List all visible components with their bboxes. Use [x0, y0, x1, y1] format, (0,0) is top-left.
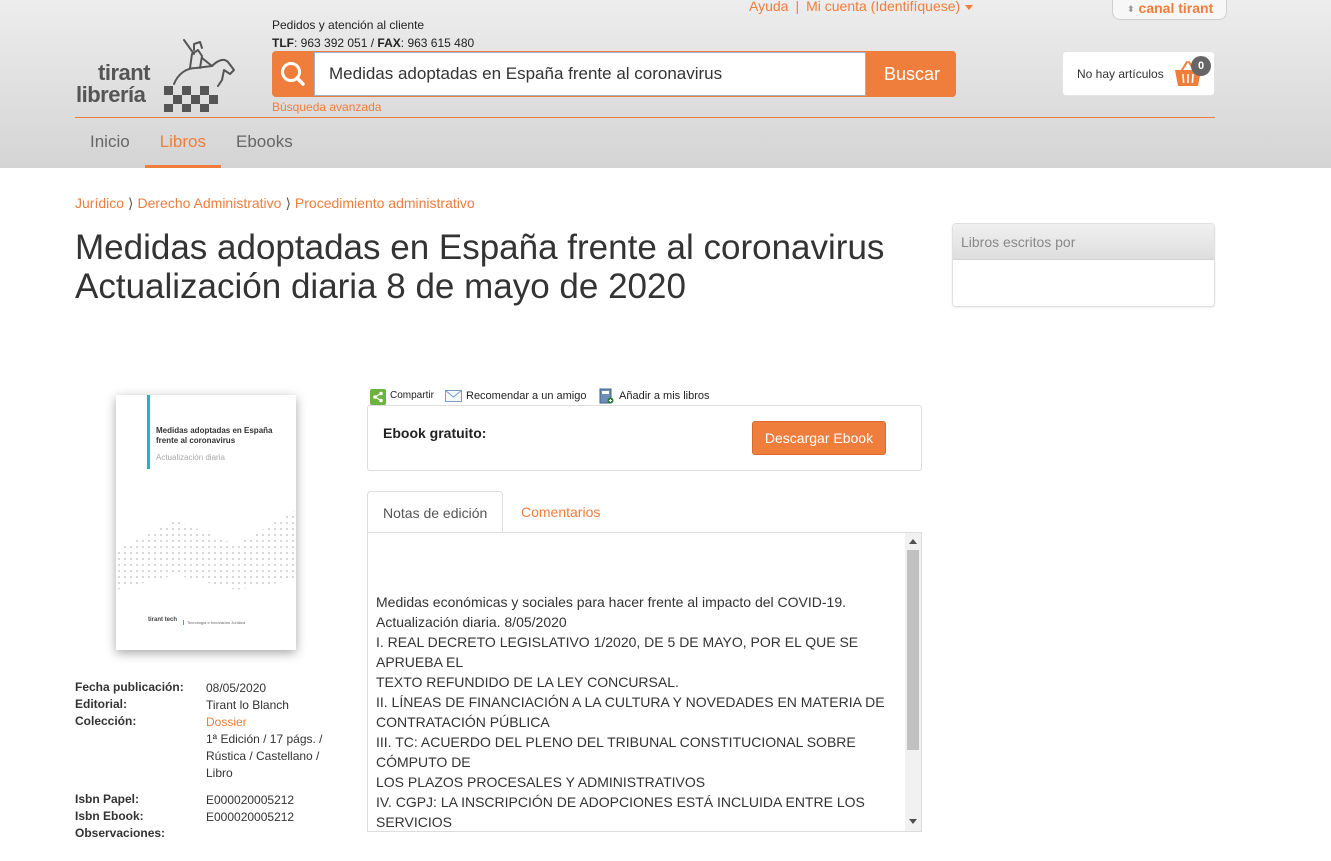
chevron-down-icon[interactable]	[965, 4, 974, 10]
cover-accent-bar	[147, 395, 150, 469]
share-icon	[370, 389, 386, 405]
site-header: Ayuda | Mi cuenta (Identifíquese) ⬍ canal t…	[0, 0, 1331, 168]
download-ebook-button[interactable]: Descargar Ebook	[752, 421, 886, 455]
nav-item-libros[interactable]: Libros	[144, 132, 221, 168]
notes-line: CONTRATACIÓN PÚBLICA	[376, 714, 550, 730]
nav-item-inicio[interactable]: Inicio	[75, 132, 145, 168]
edicion-line-2: Rústica / Castellano /	[206, 749, 320, 763]
tab-notas-edicion[interactable]: Notas de edición	[367, 491, 503, 533]
main-nav: Inicio Libros Ebooks	[75, 132, 308, 168]
cart-widget[interactable]: No hay artículos 0	[1062, 51, 1215, 96]
notes-line: APRUEBA EL	[376, 654, 464, 670]
add-to-my-books-label: Añadir a mis libros	[619, 390, 710, 402]
search-bar: Buscar	[272, 51, 956, 97]
notes-line: Actualización diaria. 8/05/2020	[376, 614, 567, 630]
scrollbar-thumb[interactable]	[907, 550, 919, 750]
authors-panel-heading: Libros escritos por	[953, 224, 1214, 260]
cover-title: Medidas adoptadas en España frente al co…	[156, 426, 273, 445]
recommend-label: Recomendar a un amigo	[466, 390, 587, 402]
header-divider	[75, 117, 1215, 118]
top-links-separator: |	[795, 0, 800, 14]
logo-text-libreria: librería	[76, 82, 146, 107]
advanced-search-link[interactable]: Búsqueda avanzada	[272, 100, 381, 114]
nav-item-ebooks[interactable]: Ebooks	[221, 132, 308, 168]
page-title: Medidas adoptadas en España frente al co…	[75, 228, 885, 306]
notes-line: CÓMPUTO DE	[376, 754, 471, 770]
isbn-ebook-label: Isbn Ebook:	[75, 809, 144, 823]
breadcrumb: Jurídico ⟩ Derecho Administrativo ⟩ Procedim…	[75, 195, 475, 212]
search-button[interactable]: Buscar	[868, 51, 956, 97]
notes-line: Medidas económicas y sociales para hacer…	[376, 594, 846, 610]
breadcrumb-separator: ⟩	[285, 195, 291, 211]
book-add-icon	[599, 388, 614, 404]
edicion-line-1: 1ª Edición / 17 págs. /	[206, 732, 323, 746]
envelope-icon	[445, 390, 462, 402]
coleccion-label: Colección:	[75, 714, 137, 728]
breadcrumb-item-derecho-administrativo[interactable]: Derecho Administrativo	[138, 195, 282, 211]
cover-pattern	[116, 510, 296, 590]
observaciones-label: Observaciones:	[75, 826, 166, 840]
ebook-label: Ebook gratuito:	[383, 425, 487, 441]
notes-line: LOS PLAZOS PROCESALES Y ADMINISTRATIVOS	[376, 774, 706, 790]
breadcrumb-item-juridico[interactable]: Jurídico	[75, 195, 124, 211]
breadcrumb-separator: ⟩	[128, 195, 134, 211]
tlf-label: TLF	[272, 36, 294, 50]
site-logo[interactable]: tirant librería	[76, 36, 246, 116]
canal-tirant-label: canal tirant	[1138, 0, 1214, 16]
edicion-line-3: Libro	[206, 766, 233, 780]
account-link[interactable]: Mi cuenta (Identifíquese)	[806, 0, 960, 14]
edition-notes-text: Medidas económicas y sociales para hacer…	[376, 592, 901, 831]
tlf-number: 963 392 051	[300, 36, 368, 50]
breadcrumb-item-procedimiento-administrativo[interactable]: Procedimiento administrativo	[295, 195, 475, 211]
editorial-value: Tirant lo Blanch	[206, 698, 289, 712]
fax-number: 963 615 480	[407, 36, 475, 50]
fecha-label: Fecha publicación:	[75, 680, 184, 694]
notes-line: TEXTO REFUNDIDO DE LA LEY CONCURSAL.	[376, 674, 679, 690]
search-input[interactable]	[314, 52, 866, 96]
fax-label: FAX	[377, 36, 401, 50]
cover-brand-subtitle: Tecnología e Innovación Jurídica	[183, 620, 245, 625]
share-label: Compartir	[390, 390, 434, 401]
notes-line: II. LÍNEAS DE FINANCIACIÓN A LA CULTURA …	[376, 694, 885, 710]
isbn-papel-value: E000020005212	[206, 793, 295, 807]
canal-tirant-tab[interactable]: ⬍ canal tirant	[1112, 0, 1227, 20]
isbn-papel-label: Isbn Papel:	[75, 792, 140, 806]
knight-logo-icon	[164, 39, 235, 112]
notes-line: III. TC: ACUERDO DEL PLENO DEL TRIBUNAL …	[376, 734, 856, 750]
editorial-label: Editorial:	[75, 697, 128, 711]
book-cover[interactable]: Medidas adoptadas en España frente al co…	[116, 395, 296, 650]
top-links: Ayuda | Mi cuenta (Identifíquese)	[749, 0, 974, 14]
cover-subtitle: Actualización diaria	[156, 453, 225, 462]
cart-status: No hay artículos	[1077, 67, 1164, 81]
edition-notes-panel: Medidas económicas y sociales para hacer…	[367, 532, 922, 832]
cover-brand: tirant tech	[148, 617, 178, 623]
updown-arrows-icon: ⬍	[1127, 4, 1135, 14]
contact-title: Pedidos y atención al cliente	[272, 18, 425, 32]
coleccion-link[interactable]: Dossier	[206, 714, 247, 731]
scroll-down-arrow-icon[interactable]	[909, 819, 917, 824]
isbn-ebook-value: E000020005212	[206, 810, 295, 824]
notes-scrollbar[interactable]	[905, 533, 921, 831]
ebook-panel: Ebook gratuito: Descargar Ebook	[367, 405, 922, 471]
contact-phones: TLF: 963 392 051 / FAX: 963 615 480	[272, 36, 475, 50]
fecha-value: 08/05/2020	[206, 681, 267, 695]
tab-comentarios[interactable]: Comentarios	[506, 491, 615, 533]
scroll-up-arrow-icon[interactable]	[909, 539, 917, 544]
help-link[interactable]: Ayuda	[749, 0, 788, 14]
notes-line: SERVICIOS	[376, 814, 452, 830]
search-icon[interactable]	[272, 51, 314, 97]
cart-count-badge: 0	[1191, 56, 1211, 76]
authors-panel: Libros escritos por	[952, 223, 1215, 307]
notes-line: I. REAL DECRETO LEGISLATIVO 1/2020, DE 5…	[376, 634, 859, 650]
notes-line: IV. CGPJ: LA INSCRIPCIÓN DE ADOPCIONES E…	[376, 794, 865, 810]
contact-info: Pedidos y atención al cliente TLF: 963 3…	[272, 16, 474, 52]
